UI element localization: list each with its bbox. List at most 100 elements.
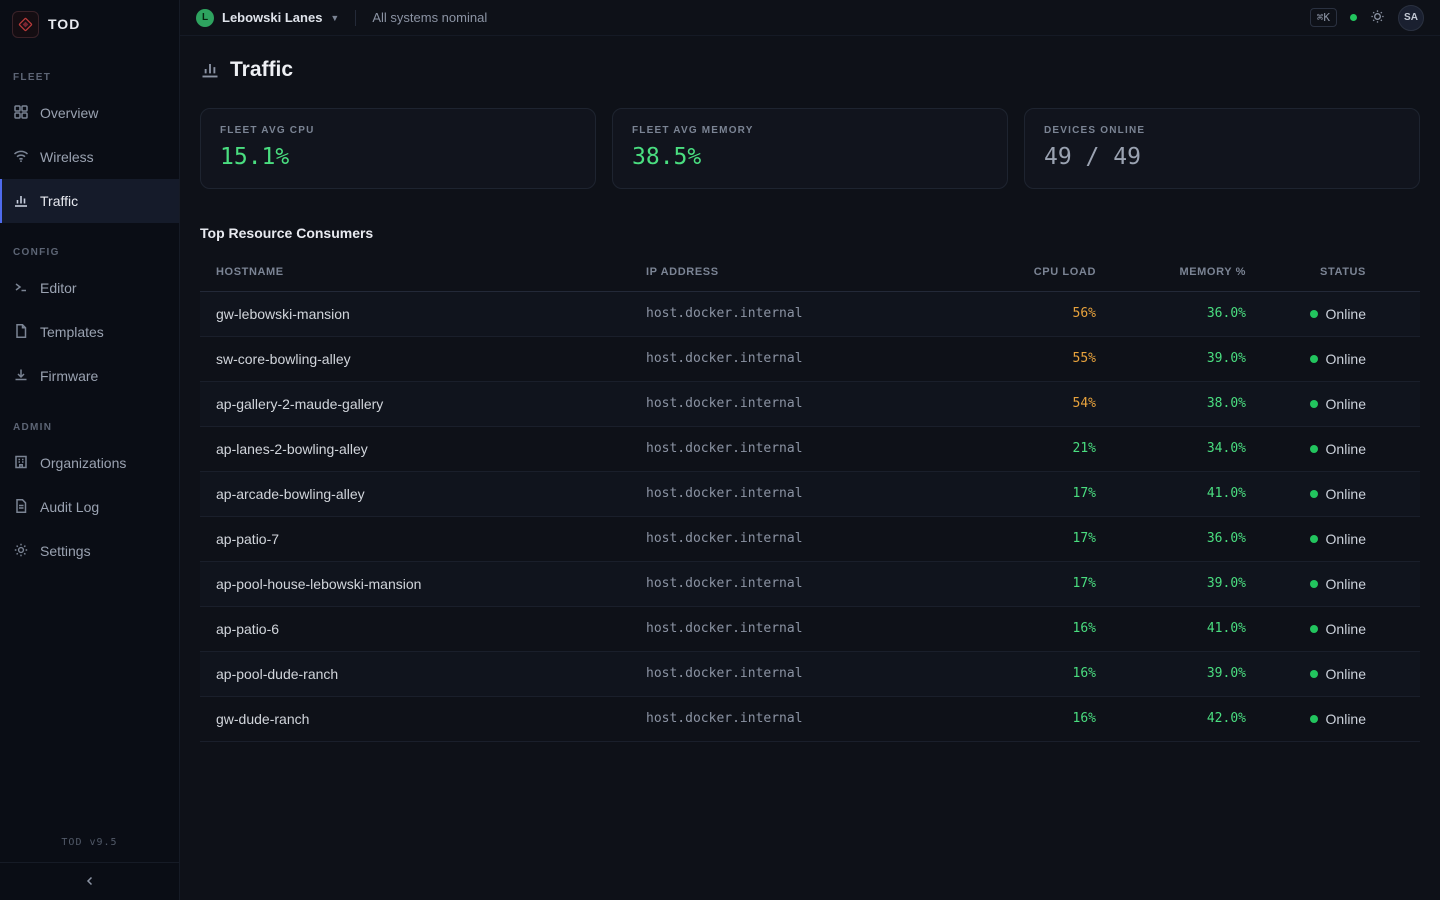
stats-row: FLEET AVG CPU 15.1% FLEET AVG MEMORY 38.… <box>200 108 1420 189</box>
status-label: Online <box>1326 666 1366 682</box>
table-row[interactable]: ap-patio-6 host.docker.internal 16% 41.0… <box>200 606 1420 651</box>
status-cell: Online <box>1250 381 1420 426</box>
topbar: L Lebowski Lanes ▼ All systems nominal ⌘… <box>180 0 1440 36</box>
stat-value: 49 / 49 <box>1044 144 1400 170</box>
stat-label: FLEET AVG MEMORY <box>632 125 988 136</box>
col-cpu-load: CPU LOAD <box>955 254 1100 291</box>
cpu-load-cell: 17% <box>955 516 1100 561</box>
online-status-dot <box>1310 625 1318 633</box>
table-row[interactable]: ap-lanes-2-bowling-alley host.docker.int… <box>200 426 1420 471</box>
status-label: Online <box>1326 621 1366 637</box>
hostname-cell: sw-core-bowling-alley <box>200 336 630 381</box>
table-row[interactable]: sw-core-bowling-alley host.docker.intern… <box>200 336 1420 381</box>
sidebar-item-audit-log[interactable]: Audit Log <box>0 485 179 529</box>
online-status-dot <box>1310 490 1318 498</box>
stat-card-fleet-avg-cpu: FLEET AVG CPU 15.1% <box>200 108 596 189</box>
table-row[interactable]: ap-pool-dude-ranch host.docker.internal … <box>200 651 1420 696</box>
sidebar-item-label: Firmware <box>40 368 98 384</box>
online-status-dot <box>1310 355 1318 363</box>
sidebar-item-editor[interactable]: Editor <box>0 266 179 310</box>
hostname-cell: ap-patio-6 <box>200 606 630 651</box>
hostname-cell: gw-lebowski-mansion <box>200 291 630 336</box>
hostname-cell: ap-lanes-2-bowling-alley <box>200 426 630 471</box>
status-cell: Online <box>1250 696 1420 741</box>
user-avatar[interactable]: SA <box>1398 5 1424 31</box>
stat-label: FLEET AVG CPU <box>220 125 576 136</box>
memory-cell: 36.0% <box>1100 291 1250 336</box>
memory-cell: 36.0% <box>1100 516 1250 561</box>
hostname-cell: ap-patio-7 <box>200 516 630 561</box>
sidebar-collapse-button[interactable] <box>0 862 179 900</box>
ip-address-cell: host.docker.internal <box>630 381 955 426</box>
online-status-dot <box>1310 715 1318 723</box>
status-label: Online <box>1326 486 1366 502</box>
cpu-load-cell: 21% <box>955 426 1100 471</box>
table-row[interactable]: ap-patio-7 host.docker.internal 17% 36.0… <box>200 516 1420 561</box>
ip-address-cell: host.docker.internal <box>630 471 955 516</box>
command-palette-shortcut[interactable]: ⌘K <box>1310 8 1337 27</box>
system-status-text: All systems nominal <box>372 10 487 25</box>
cpu-load-cell: 17% <box>955 561 1100 606</box>
status-cell: Online <box>1250 336 1420 381</box>
table-row[interactable]: ap-gallery-2-maude-gallery host.docker.i… <box>200 381 1420 426</box>
sun-icon <box>1370 9 1385 27</box>
sidebar-item-traffic[interactable]: Traffic <box>0 179 179 223</box>
cpu-load-cell: 55% <box>955 336 1100 381</box>
table-title: Top Resource Consumers <box>200 225 1420 241</box>
table-row[interactable]: gw-lebowski-mansion host.docker.internal… <box>200 291 1420 336</box>
col-ip-address: IP ADDRESS <box>630 254 955 291</box>
sidebar-item-label: Settings <box>40 543 91 559</box>
sidebar-item-overview[interactable]: Overview <box>0 91 179 135</box>
terminal-icon <box>13 279 29 298</box>
download-icon <box>13 367 29 386</box>
sidebar-item-organizations[interactable]: Organizations <box>0 441 179 485</box>
memory-cell: 39.0% <box>1100 561 1250 606</box>
table-body: gw-lebowski-mansion host.docker.internal… <box>200 291 1420 741</box>
gear-icon <box>13 542 29 561</box>
building-icon <box>13 454 29 473</box>
sidebar-item-label: Editor <box>40 280 77 296</box>
sidebar-item-settings[interactable]: Settings <box>0 529 179 573</box>
ip-address-cell: host.docker.internal <box>630 336 955 381</box>
bar-chart-icon <box>13 192 29 211</box>
stat-value: 15.1% <box>220 144 576 170</box>
theme-toggle-button[interactable] <box>1370 9 1385 27</box>
sidebar-item-firmware[interactable]: Firmware <box>0 354 179 398</box>
cpu-load-cell: 16% <box>955 696 1100 741</box>
sidebar-item-label: Organizations <box>40 455 126 471</box>
ip-address-cell: host.docker.internal <box>630 561 955 606</box>
memory-cell: 41.0% <box>1100 606 1250 651</box>
status-label: Online <box>1326 396 1366 412</box>
page-content: Traffic FLEET AVG CPU 15.1% FLEET AVG ME… <box>180 36 1440 742</box>
document-icon <box>13 498 29 517</box>
org-switcher[interactable]: L Lebowski Lanes ▼ <box>196 9 339 27</box>
status-label: Online <box>1326 531 1366 547</box>
ip-address-cell: host.docker.internal <box>630 606 955 651</box>
org-avatar: L <box>196 9 214 27</box>
memory-cell: 39.0% <box>1100 651 1250 696</box>
nav-section-admin: ADMIN <box>0 416 179 441</box>
cpu-load-cell: 56% <box>955 291 1100 336</box>
sidebar-item-templates[interactable]: Templates <box>0 310 179 354</box>
memory-cell: 39.0% <box>1100 336 1250 381</box>
table-row[interactable]: ap-arcade-bowling-alley host.docker.inte… <box>200 471 1420 516</box>
ip-address-cell: host.docker.internal <box>630 696 955 741</box>
status-label: Online <box>1326 441 1366 457</box>
memory-cell: 34.0% <box>1100 426 1250 471</box>
status-label: Online <box>1326 306 1366 322</box>
table-row[interactable]: gw-dude-ranch host.docker.internal 16% 4… <box>200 696 1420 741</box>
app-version: TOD v9.5 <box>0 837 179 862</box>
top-resource-consumers-table: HOSTNAME IP ADDRESS CPU LOAD MEMORY % ST… <box>200 254 1420 742</box>
chevron-down-icon: ▼ <box>330 13 339 23</box>
sidebar-item-wireless[interactable]: Wireless <box>0 135 179 179</box>
table-header-row: HOSTNAME IP ADDRESS CPU LOAD MEMORY % ST… <box>200 254 1420 291</box>
table-row[interactable]: ap-pool-house-lebowski-mansion host.dock… <box>200 561 1420 606</box>
sidebar-nav: FLEET Overview Wireless <box>0 48 179 837</box>
stat-card-fleet-avg-memory: FLEET AVG MEMORY 38.5% <box>612 108 1008 189</box>
cpu-load-cell: 16% <box>955 606 1100 651</box>
sidebar-item-label: Audit Log <box>40 499 99 515</box>
ip-address-cell: host.docker.internal <box>630 651 955 696</box>
sidebar-item-label: Wireless <box>40 149 94 165</box>
hostname-cell: ap-pool-dude-ranch <box>200 651 630 696</box>
chevron-left-icon <box>84 874 96 890</box>
